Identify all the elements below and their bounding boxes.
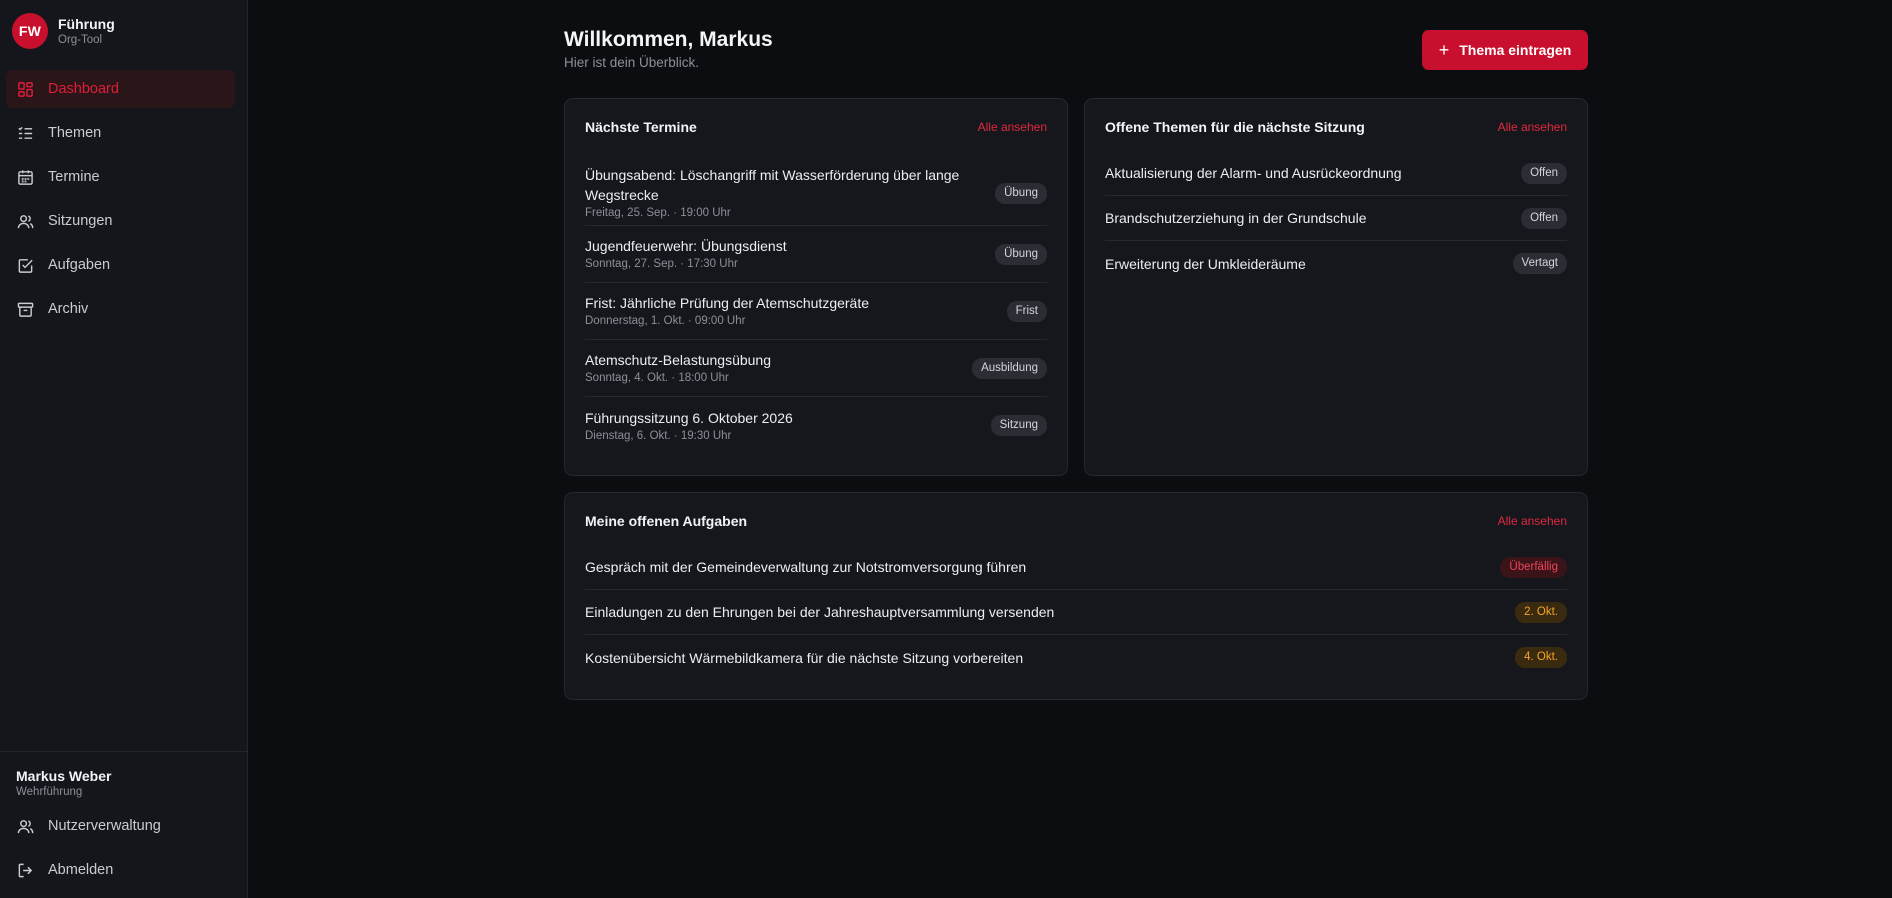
event-date: Sonntag, 4. Okt. · 18:00 Uhr bbox=[585, 372, 729, 384]
sidebar-item-themen[interactable]: Themen bbox=[6, 114, 235, 152]
sidebar-item-label: Sitzungen bbox=[48, 213, 113, 229]
view-all-link[interactable]: Alle ansehen bbox=[1498, 514, 1567, 528]
users-icon bbox=[17, 818, 48, 835]
task-due-badge: Überfällig bbox=[1500, 556, 1567, 578]
logout-icon bbox=[17, 862, 48, 879]
topic-row[interactable]: Aktualisierung der Alarm- und Ausrückeor… bbox=[1105, 151, 1567, 196]
event-date: Freitag, 25. Sep. · 19:00 Uhr bbox=[585, 207, 731, 219]
sidebar-item-aufgaben[interactable]: Aufgaben bbox=[6, 246, 235, 284]
event-row[interactable]: Jugendfeuerwehr: Übungsdienst Sonntag, 2… bbox=[585, 226, 1047, 283]
task-title: Einladungen zu den Ehrungen bei der Jahr… bbox=[585, 604, 1055, 620]
sidebar-item-termine[interactable]: Termine bbox=[6, 158, 235, 196]
event-tag-badge: Frist bbox=[1006, 300, 1047, 322]
task-row[interactable]: Einladungen zu den Ehrungen bei der Jahr… bbox=[585, 590, 1567, 635]
calendar-icon bbox=[17, 169, 48, 186]
checkbox-icon bbox=[17, 257, 48, 274]
event-title: Atemschutz-Belastungsübung bbox=[585, 352, 771, 368]
topic-title: Brandschutzerziehung in der Grundschule bbox=[1105, 210, 1367, 226]
sidebar-item-archiv[interactable]: Archiv bbox=[6, 290, 235, 328]
topic-status-badge: Vertagt bbox=[1512, 253, 1567, 274]
event-date: Dienstag, 6. Okt. · 19:30 Uhr bbox=[585, 429, 732, 442]
brand-subtitle: Org-Tool bbox=[58, 33, 103, 46]
topic-status-badge: Offen bbox=[1521, 162, 1567, 184]
user-profile: Markus Weber Wehrführung bbox=[16, 768, 111, 799]
sidebar-item-sitzungen[interactable]: Sitzungen bbox=[6, 202, 235, 240]
brand-logo: FW bbox=[12, 13, 48, 49]
page-title: Willkommen, Markus bbox=[564, 28, 773, 51]
page-header: Willkommen, Markus Hier ist dein Überbli… bbox=[564, 27, 773, 70]
view-all-link[interactable]: Alle ansehen bbox=[978, 120, 1047, 134]
event-title: Führungssitzung 6. Oktober 2026 bbox=[585, 409, 793, 426]
brand-title: Führung bbox=[58, 15, 115, 32]
event-tag-badge: Übung bbox=[995, 182, 1047, 204]
user-role: Wehrführung bbox=[16, 786, 83, 798]
card-title: Offene Themen für die nächste Sitzung bbox=[1105, 119, 1365, 135]
topic-title: Erweiterung der Umkleideräume bbox=[1105, 255, 1306, 272]
sidebar-footer: Markus Weber Wehrführung Nutzerverwaltun… bbox=[0, 751, 247, 878]
card-title: Nächste Termine bbox=[585, 119, 697, 135]
archive-icon bbox=[17, 301, 48, 318]
sidebar-item-label: Termine bbox=[48, 169, 100, 185]
sidebar: FW Führung Org-Tool Dashboard Themen Ter… bbox=[0, 0, 248, 898]
add-topic-label: Thema eintragen bbox=[1459, 42, 1572, 58]
topic-row[interactable]: Erweiterung der Umkleideräume Vertagt bbox=[1105, 241, 1567, 286]
event-tag-badge: Sitzung bbox=[990, 415, 1047, 436]
topic-title: Aktualisierung der Alarm- und Ausrückeor… bbox=[1105, 165, 1402, 181]
open-topics-card: Offene Themen für die nächste Sitzung Al… bbox=[1084, 98, 1588, 476]
task-due-badge: 4. Okt. bbox=[1515, 647, 1567, 668]
event-tag-badge: Übung bbox=[995, 243, 1047, 265]
sidebar-item-label: Abmelden bbox=[48, 862, 114, 878]
event-row[interactable]: Atemschutz-Belastungsübung Sonntag, 4. O… bbox=[585, 340, 1047, 397]
footer-nav: Nutzerverwaltung Abmelden bbox=[0, 807, 247, 895]
task-title: Gespräch mit der Gemeindeverwaltung zur … bbox=[585, 559, 1027, 575]
add-topic-button[interactable]: + Thema eintragen bbox=[1422, 30, 1588, 70]
sidebar-item-abmelden[interactable]: Abmelden bbox=[6, 851, 235, 889]
topic-row[interactable]: Brandschutzerziehung in der Grundschule … bbox=[1105, 196, 1567, 241]
upcoming-events-card: Nächste Termine Alle ansehen Übungsabend… bbox=[564, 98, 1068, 476]
card-title: Meine offenen Aufgaben bbox=[585, 513, 748, 529]
sidebar-item-label: Dashboard bbox=[48, 81, 119, 97]
event-title: Übungsabend: Löschangriff mit Wasserförd… bbox=[585, 167, 960, 203]
event-title: Frist: Jährliche Prüfung der Atemschutzg… bbox=[585, 295, 870, 311]
sidebar-item-dashboard[interactable]: Dashboard bbox=[6, 70, 235, 108]
task-row[interactable]: Gespräch mit der Gemeindeverwaltung zur … bbox=[585, 545, 1567, 590]
user-name: Markus Weber bbox=[16, 768, 112, 784]
main-nav: Dashboard Themen Termine Sitzungen Aufga… bbox=[0, 70, 247, 334]
event-tag-badge: Ausbildung bbox=[972, 357, 1047, 379]
task-due-badge: 2. Okt. bbox=[1515, 601, 1567, 623]
sidebar-item-label: Aufgaben bbox=[48, 257, 111, 273]
event-date: Sonntag, 27. Sep. · 17:30 Uhr bbox=[585, 258, 738, 270]
sidebar-item-nutzerverwaltung[interactable]: Nutzerverwaltung bbox=[6, 807, 235, 845]
sidebar-item-label: Archiv bbox=[48, 301, 89, 317]
event-title: Jugendfeuerwehr: Übungsdienst bbox=[585, 238, 787, 254]
dashboard-icon bbox=[17, 81, 48, 98]
sidebar-item-label: Nutzerverwaltung bbox=[48, 818, 161, 834]
task-row[interactable]: Kostenübersicht Wärmebildkamera für die … bbox=[585, 635, 1567, 680]
topic-status-badge: Offen bbox=[1521, 207, 1567, 229]
event-row[interactable]: Führungssitzung 6. Oktober 2026 Dienstag… bbox=[585, 397, 1047, 454]
event-date: Donnerstag, 1. Okt. · 09:00 Uhr bbox=[585, 315, 746, 327]
page-subtitle: Hier ist dein Überblick. bbox=[564, 55, 700, 70]
list-check-icon bbox=[17, 125, 48, 142]
open-tasks-card: Meine offenen Aufgaben Alle ansehen Gesp… bbox=[564, 492, 1588, 700]
plus-icon: + bbox=[1438, 40, 1450, 60]
task-title: Kostenübersicht Wärmebildkamera für die … bbox=[585, 649, 1024, 666]
users-icon bbox=[17, 213, 48, 230]
brand[interactable]: FW Führung Org-Tool bbox=[12, 13, 115, 49]
sidebar-item-label: Themen bbox=[48, 125, 102, 141]
view-all-link[interactable]: Alle ansehen bbox=[1498, 120, 1567, 134]
event-row[interactable]: Frist: Jährliche Prüfung der Atemschutzg… bbox=[585, 283, 1047, 340]
event-row[interactable]: Übungsabend: Löschangriff mit Wasserförd… bbox=[585, 161, 1047, 226]
